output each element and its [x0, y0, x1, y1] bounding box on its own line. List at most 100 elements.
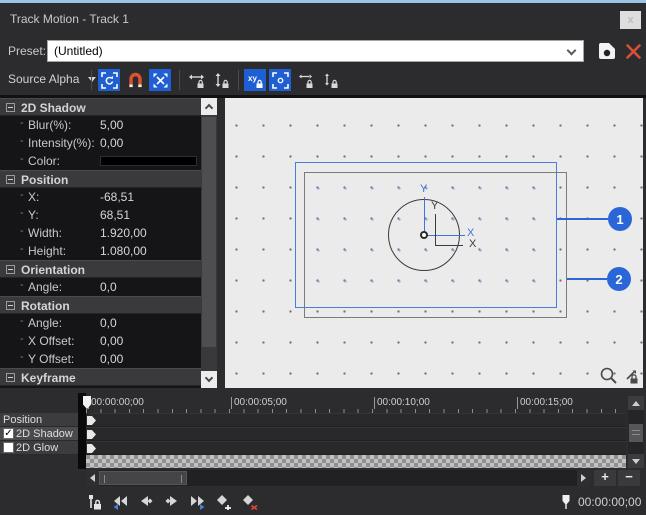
save-preset-button[interactable]: [596, 41, 618, 61]
section-title: Position: [21, 173, 68, 187]
prop-row-orientation-angle[interactable]: Angle: 0,0: [0, 278, 201, 296]
track-label-2d-shadow[interactable]: ✓ 2D Shadow: [0, 427, 78, 441]
prop-row-x-offset[interactable]: X Offset: 0,00: [0, 332, 201, 350]
properties-panel: 2D Shadow Blur(%): 5,00 Intensity(%): 0,…: [0, 98, 201, 388]
axis-y-label: Y: [420, 183, 427, 195]
enable-rotation-button[interactable]: [98, 69, 120, 91]
scroll-left-button[interactable]: [86, 470, 99, 486]
center-point-handle[interactable]: [420, 231, 428, 239]
source-alpha-label: Source Alpha: [8, 72, 79, 86]
keyframe-track-position[interactable]: [86, 413, 626, 427]
prop-value[interactable]: 68,51: [100, 208, 130, 222]
keyframe-timeline: 00:00:00;00 00:00:05;00 00:00:10;00 00:0…: [0, 393, 646, 515]
prop-row-y-offset[interactable]: Y Offset: 0,00: [0, 350, 201, 368]
titlebar[interactable]: Track Motion - Track 1 x: [0, 6, 646, 33]
scrollbar-thumb[interactable]: [629, 424, 643, 442]
track-label-2d-glow[interactable]: 2D Glow: [0, 441, 78, 455]
prop-value[interactable]: 0,0: [100, 316, 117, 330]
prop-row-x[interactable]: X: -68,51: [0, 188, 201, 206]
prop-row-width[interactable]: Width: 1.920,00: [0, 224, 201, 242]
scroll-down-button[interactable]: [201, 371, 217, 388]
prevent-movement-x-button[interactable]: [185, 69, 207, 91]
lock-aspect-ratio-button[interactable]: xy: [244, 69, 266, 91]
keyframe-track-2d-glow[interactable]: [86, 441, 626, 455]
collapse-icon[interactable]: [6, 373, 15, 382]
toolbar-separator: [91, 70, 92, 90]
prop-value[interactable]: 5,00: [100, 118, 123, 132]
prop-row-rotation-angle[interactable]: Angle: 0,0: [0, 314, 201, 332]
sync-cursor-button[interactable]: [84, 493, 104, 511]
time-ruler[interactable]: 00:00:00;00 00:00:05;00 00:00:10;00 00:0…: [86, 396, 626, 414]
prop-value[interactable]: 1.080,00: [100, 244, 147, 258]
scrollbar-thumb[interactable]: [202, 117, 216, 347]
motion-workspace[interactable]: Y Y X X 1 2: [225, 98, 643, 388]
prop-value[interactable]: 1.920,00: [100, 226, 147, 240]
prop-row-blur[interactable]: Blur(%): 5,00: [0, 116, 201, 134]
prevent-scaling-x-button[interactable]: [294, 69, 316, 91]
prop-row-y[interactable]: Y: 68,51: [0, 206, 201, 224]
scrollbar-thumb[interactable]: [99, 471, 187, 485]
cursor-position-pin[interactable]: [556, 493, 576, 511]
cursor-timecode: 00:00:00;00: [578, 495, 641, 509]
next-keyframe-button[interactable]: [162, 493, 182, 511]
toolbar-separator: [179, 70, 180, 90]
collapse-icon[interactable]: [6, 175, 15, 184]
save-icon: [596, 41, 618, 61]
zoom-out-button[interactable]: −: [618, 470, 640, 486]
preset-value: (Untitled): [54, 44, 103, 58]
enable-snapping-button[interactable]: [124, 69, 146, 91]
keyframe-marker[interactable]: [87, 430, 96, 439]
prop-row-intensity[interactable]: Intensity(%): 0,00: [0, 134, 201, 152]
prop-row-color[interactable]: Color:: [0, 152, 201, 170]
checkbox-2d-glow[interactable]: [3, 442, 14, 453]
callout-badge-2: 2: [607, 267, 631, 291]
collapse-icon[interactable]: [6, 103, 15, 112]
previous-keyframe-icon: [137, 495, 155, 510]
keyframe-marker[interactable]: [87, 444, 96, 453]
checkbox-2d-shadow[interactable]: ✓: [3, 428, 14, 439]
delete-keyframe-button[interactable]: [240, 493, 260, 511]
scale-horizontal-lock-icon: [297, 72, 314, 89]
section-header-orientation[interactable]: Orientation: [0, 260, 201, 278]
zoom-in-button[interactable]: +: [594, 470, 616, 486]
close-button[interactable]: x: [620, 11, 641, 29]
source-alpha-dropdown[interactable]: Source Alpha: [8, 72, 96, 86]
scroll-up-button[interactable]: [628, 396, 644, 410]
prop-label: Angle:: [28, 316, 62, 330]
section-header-2d-shadow[interactable]: 2D Shadow: [0, 98, 201, 116]
prevent-movement-y-button[interactable]: [210, 69, 232, 91]
timeline-horizontal-scrollbar[interactable]: [86, 470, 590, 486]
section-header-rotation[interactable]: Rotation: [0, 296, 201, 314]
collapse-icon[interactable]: [6, 301, 15, 310]
properties-scrollbar[interactable]: [201, 98, 217, 388]
track-label-position[interactable]: Position: [0, 413, 78, 427]
chevron-down-icon[interactable]: [567, 46, 577, 56]
prop-value[interactable]: 0,00: [100, 334, 123, 348]
prop-value[interactable]: 0,00: [100, 136, 123, 150]
prevent-scaling-y-button[interactable]: [319, 69, 341, 91]
section-header-keyframe[interactable]: Keyframe: [0, 368, 201, 386]
scroll-down-button[interactable]: [628, 454, 644, 468]
prop-value[interactable]: 0,00: [100, 352, 123, 366]
color-swatch[interactable]: [100, 156, 197, 166]
prop-value[interactable]: -68,51: [100, 190, 134, 204]
edit-in-object-space-button[interactable]: [149, 69, 171, 91]
prop-row-height[interactable]: Height: 1.080,00: [0, 242, 201, 260]
scroll-right-button[interactable]: [577, 470, 590, 486]
keyframe-marker[interactable]: [87, 416, 96, 425]
edit-lock-button[interactable]: [621, 366, 640, 385]
previous-keyframe-button[interactable]: [136, 493, 156, 511]
preset-combobox[interactable]: (Untitled): [47, 40, 584, 62]
scroll-up-button[interactable]: [201, 98, 217, 115]
zoom-tool-button[interactable]: [599, 366, 618, 385]
keyframe-track-2d-shadow[interactable]: [86, 427, 626, 441]
first-keyframe-button[interactable]: [110, 493, 130, 511]
scale-about-center-button[interactable]: [269, 69, 291, 91]
prop-value[interactable]: 0,0: [100, 280, 117, 294]
timeline-vertical-scrollbar[interactable]: [628, 396, 644, 468]
last-keyframe-button[interactable]: [188, 493, 208, 511]
collapse-icon[interactable]: [6, 265, 15, 274]
section-header-position[interactable]: Position: [0, 170, 201, 188]
delete-preset-button[interactable]: [625, 43, 642, 60]
insert-keyframe-button[interactable]: [214, 493, 234, 511]
